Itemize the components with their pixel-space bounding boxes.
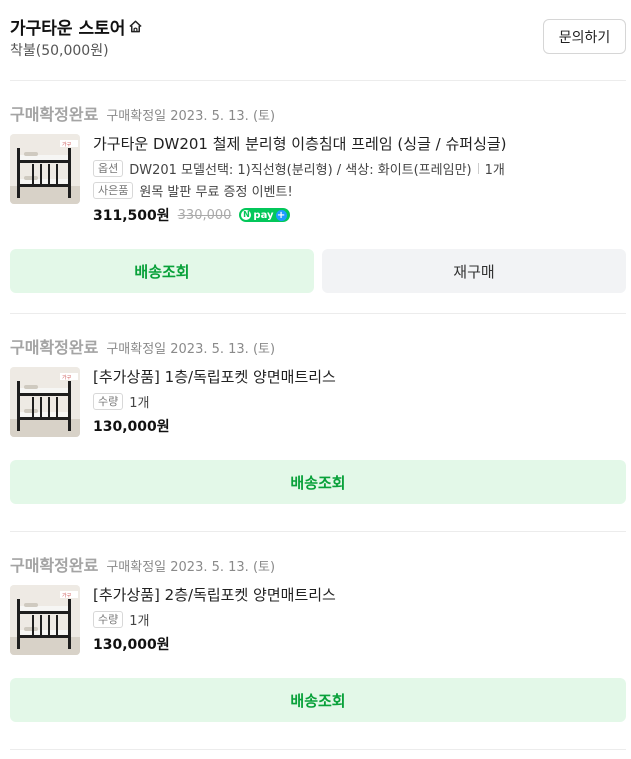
order-status-row: 구매확정완료 구매확정일 2023. 5. 13. (토) [10,334,275,358]
option-tag: 옵션 [93,159,124,177]
divider [10,313,626,314]
product-thumbnail[interactable]: 가구 [10,367,80,437]
npay-n-icon: N [241,210,252,220]
divider [10,531,626,532]
product-thumbnail[interactable]: 가구 [10,585,80,655]
npay-label: pay [253,209,274,221]
track-delivery-button[interactable]: 배송조회 [10,678,626,722]
quantity-row: 수량 1개 [93,392,626,411]
confirm-date: 구매확정일 2023. 5. 13. (토) [106,560,276,575]
order-status: 구매확정완료 [10,105,99,124]
quantity-row: 수량 1개 [93,610,626,629]
order-status: 구매확정완료 [10,556,99,575]
product-name[interactable]: [추가상품] 1층/독립포켓 양면매트리스 [93,367,626,387]
order-item: 구매확정완료 구매확정일 2023. 5. 13. (토) 가구 [추가상품] … [10,552,626,732]
npay-badge: N pay + [239,208,290,222]
separator [477,162,479,174]
track-delivery-button[interactable]: 배송조회 [10,460,626,504]
order-actions: 배송조회 [10,460,626,504]
reorder-button[interactable]: 재구매 [322,249,626,293]
store-header: 가구타운 스토어 착불(50,000원) 문의하기 [10,12,626,62]
quantity-tag: 수량 [93,610,124,628]
inquiry-button[interactable]: 문의하기 [543,19,626,54]
divider [10,80,626,81]
product-name[interactable]: [추가상품] 2층/독립포켓 양면매트리스 [93,585,626,605]
confirm-date: 구매확정일 2023. 5. 13. (토) [106,109,276,124]
product-name[interactable]: 가구타운 DW201 철제 분리형 이층침대 프레임 (싱글 / 슈퍼싱글) [93,134,626,154]
thumb-logo: 가구 [62,374,72,381]
order-item: 구매확정완료 구매확정일 2023. 5. 13. (토) 가구 [추가상품] … [10,334,626,514]
product-thumbnail[interactable]: 가구 [10,134,80,204]
shipping-fee: 착불(50,000원) [10,43,109,59]
quantity: 1개 [484,162,505,178]
quantity: 1개 [129,613,150,629]
store-name: 가구타운 스토어 [10,19,126,39]
track-delivery-button[interactable]: 배송조회 [10,249,314,293]
order-actions: 배송조회 [10,678,626,722]
gift-row: 사은품 원목 발판 무료 증정 이벤트! [93,181,626,200]
price: 311,500원 [93,208,170,224]
price: 130,000원 [93,419,170,435]
price-row: 311,500원 330,000 N pay + [93,205,626,225]
original-price: 330,000 [177,207,232,223]
price-row: 130,000원 [93,416,626,436]
store-name-link[interactable]: 가구타운 스토어 [10,14,143,39]
confirm-date: 구매확정일 2023. 5. 13. (토) [106,342,276,357]
product-info: [추가상품] 1층/독립포켓 양면매트리스 수량 1개 130,000원 [93,367,626,436]
product-info: 가구타운 DW201 철제 분리형 이층침대 프레임 (싱글 / 슈퍼싱글) 옵… [93,134,626,225]
bunk-bed-image: 가구 [10,367,80,437]
price-row: 130,000원 [93,634,626,654]
order-status-row: 구매확정완료 구매확정일 2023. 5. 13. (토) [10,552,275,576]
option-row: 옵션 DW201 모델선택: 1)직선형(분리형) / 색상: 화이트(프레임만… [93,159,626,178]
gift-text: 원목 발판 무료 증정 이벤트! [139,184,293,200]
gift-tag: 사은품 [93,181,134,199]
option-text: DW201 모델선택: 1)직선형(분리형) / 색상: 화이트(프레임만) [129,162,472,178]
thumb-logo: 가구 [62,592,72,599]
order-actions: 배송조회 재구매 [10,249,626,293]
price: 130,000원 [93,637,170,653]
home-icon [129,20,143,33]
bunk-bed-image: 가구 [10,585,80,655]
npay-plus-icon: + [275,209,287,221]
quantity: 1개 [129,395,150,411]
quantity-tag: 수량 [93,392,124,410]
divider [10,749,626,750]
order-status-row: 구매확정완료 구매확정일 2023. 5. 13. (토) [10,101,275,125]
thumb-logo: 가구 [62,141,72,148]
product-info: [추가상품] 2층/독립포켓 양면매트리스 수량 1개 130,000원 [93,585,626,654]
bunk-bed-image: 가구 [10,134,80,204]
order-item: 구매확정완료 구매확정일 2023. 5. 13. (토) 가구 가구타운 DW… [10,101,626,301]
order-status: 구매확정완료 [10,338,99,357]
